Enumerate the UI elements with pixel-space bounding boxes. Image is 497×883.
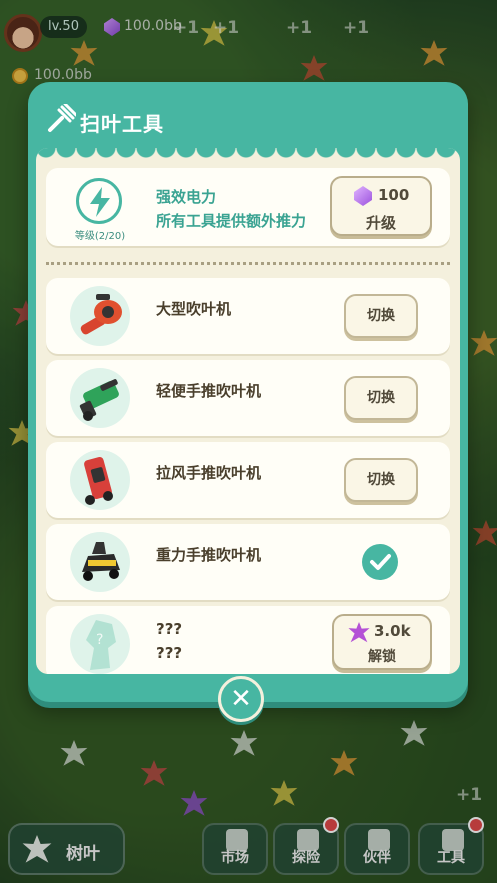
tools-modal: 扫叶工具 等级(2/20) 强效电力 所有工具提供额外推力 100 升级 大型吹… — [28, 82, 468, 702]
locked-tool-name: ??? — [156, 620, 183, 638]
close-icon: ✕ — [230, 684, 252, 714]
upgrade-cost: 100 — [378, 186, 410, 204]
scalloped-edge — [36, 148, 460, 162]
maple-leaf-icon — [348, 622, 370, 643]
upgrade-card: 等级(2/20) 强效电力 所有工具提供额外推力 100 升级 — [46, 168, 450, 246]
svg-text:?: ? — [96, 632, 103, 648]
tool-name: 轻便手推吹叶机 — [156, 382, 262, 400]
locked-tool-subtitle: ??? — [156, 644, 183, 662]
tool-row-locked: ? ??? ??? 3.0k 解锁 — [46, 606, 450, 674]
green-push-blower-icon — [70, 368, 130, 428]
unlock-button[interactable]: 3.0k 解锁 — [332, 614, 432, 670]
tools-list-panel[interactable]: 等级(2/20) 强效电力 所有工具提供额外推力 100 升级 大型吹叶机 切换… — [36, 148, 460, 674]
switch-button[interactable]: 切换 — [344, 376, 418, 420]
black-push-blower-icon — [70, 532, 130, 592]
upgrade-description: 所有工具提供额外推力 — [156, 212, 307, 230]
close-button[interactable]: ✕ — [218, 676, 264, 722]
switch-button[interactable]: 切换 — [344, 458, 418, 502]
check-icon — [362, 544, 398, 580]
tool-row: 轻便手推吹叶机 切换 — [46, 360, 450, 436]
switch-button[interactable]: 切换 — [344, 294, 418, 338]
upgrade-title: 强效电力 — [156, 188, 217, 206]
rake-icon — [48, 104, 76, 132]
tool-row: 拉风手推吹叶机 切换 — [46, 442, 450, 518]
upgrade-button[interactable]: 100 升级 — [330, 176, 432, 236]
tool-row-selected: 重力手推吹叶机 — [46, 524, 450, 600]
locked-silhouette-icon: ? — [76, 618, 126, 672]
lightning-icon — [76, 178, 122, 224]
unlock-cost: 3.0k — [374, 622, 411, 640]
tool-name: 重力手推吹叶机 — [156, 546, 262, 564]
upgrade-button-label: 升级 — [365, 214, 396, 232]
red-push-blower-icon — [70, 450, 130, 510]
gem-icon — [354, 186, 372, 206]
unlock-button-label: 解锁 — [368, 649, 396, 665]
tool-name: 大型吹叶机 — [156, 300, 232, 318]
tool-name: 拉风手推吹叶机 — [156, 464, 262, 482]
upgrade-level: 等级(2/20) — [74, 231, 126, 242]
red-leaf-blower-icon — [70, 286, 130, 346]
tool-row: 大型吹叶机 切换 — [46, 278, 450, 354]
divider — [46, 262, 450, 265]
modal-title: 扫叶工具 — [80, 112, 164, 136]
